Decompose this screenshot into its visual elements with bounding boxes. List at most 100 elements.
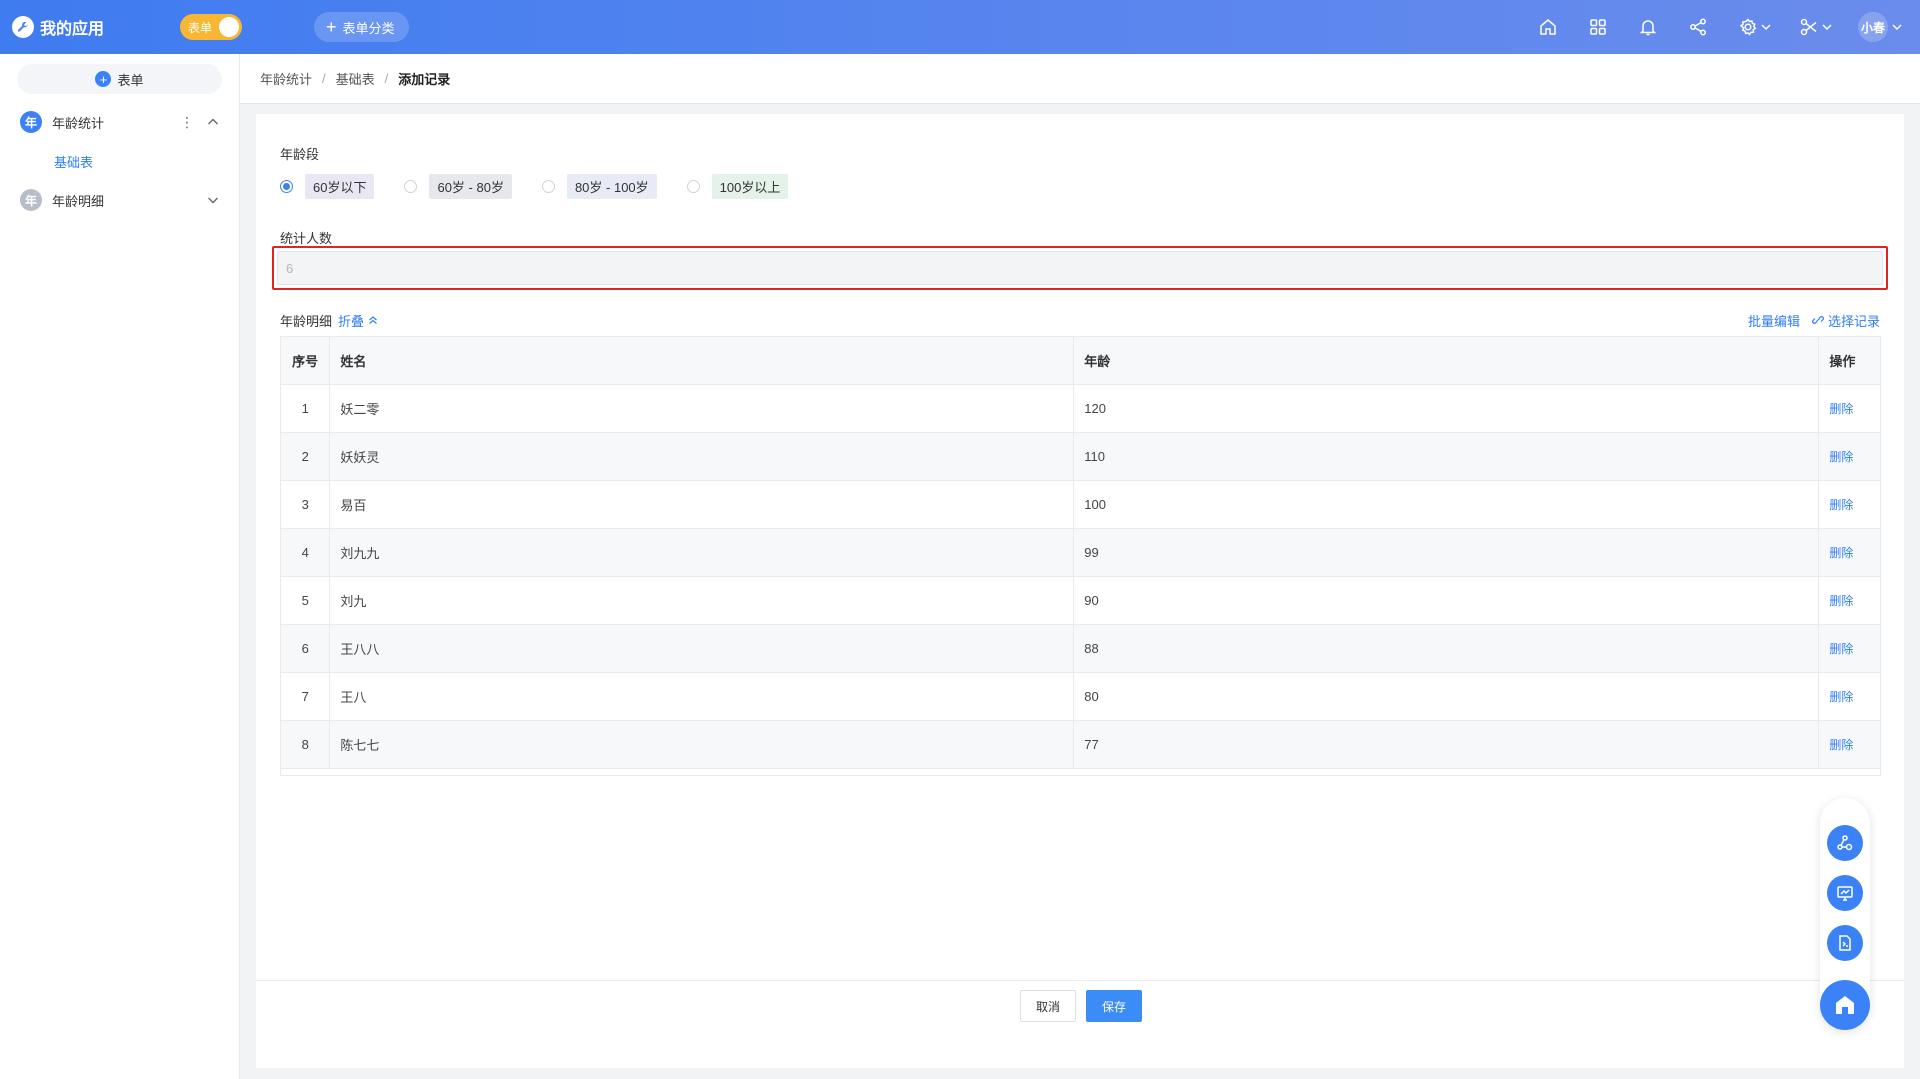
delete-button[interactable]: 删除 <box>1829 402 1853 416</box>
option-tag: 80岁 - 100岁 <box>566 174 657 199</box>
add-category-label: 表单分类 <box>342 20 395 36</box>
chevron-up-icon[interactable] <box>207 116 219 128</box>
row-age[interactable]: 99 <box>1073 528 1820 577</box>
row-index: 4 <box>281 528 331 577</box>
avatar: 小春 <box>1858 12 1888 42</box>
add-category-button[interactable]: + 表单分类 <box>314 12 409 42</box>
row-age[interactable]: 100 <box>1073 480 1820 529</box>
chevron-down-icon[interactable] <box>207 194 219 206</box>
sidebar-group-age-stats[interactable]: 年 年龄统计 ⋮ <box>0 102 239 142</box>
gear-icon <box>1739 18 1757 36</box>
cancel-button[interactable]: 取消 <box>1020 990 1076 1022</box>
age-group-option-4[interactable]: 100岁以上 <box>686 174 789 199</box>
table-row: 5 刘九 90 删除 <box>281 576 1880 625</box>
more-vertical-icon[interactable]: ⋮ <box>180 114 194 131</box>
workflow-settings-button[interactable] <box>1827 825 1863 861</box>
delete-button[interactable]: 删除 <box>1829 450 1853 464</box>
apps-grid-icon[interactable] <box>1588 16 1610 38</box>
column-header-age: 年龄 <box>1073 337 1820 385</box>
script-button[interactable] <box>1827 925 1863 961</box>
mode-toggle-label: 表单 <box>188 20 213 35</box>
option-tag: 100岁以上 <box>711 174 789 199</box>
row-name[interactable]: 刘九九 <box>329 528 1075 577</box>
fold-button[interactable]: 折叠 <box>338 311 378 330</box>
add-form-button[interactable]: + 表单 <box>17 64 222 94</box>
row-action: 删除 <box>1818 672 1880 721</box>
delete-button[interactable]: 删除 <box>1829 594 1853 608</box>
row-index: 7 <box>281 672 331 721</box>
row-action: 删除 <box>1818 528 1880 577</box>
save-button[interactable]: 保存 <box>1086 990 1142 1022</box>
row-action: 删除 <box>1818 576 1880 625</box>
row-age[interactable]: 88 <box>1073 624 1820 673</box>
delete-button[interactable]: 删除 <box>1829 690 1853 704</box>
wrench-icon <box>12 16 34 38</box>
house-icon <box>1836 996 1854 1014</box>
dashboard-button[interactable] <box>1827 875 1863 911</box>
chevron-down-icon <box>1822 24 1832 31</box>
breadcrumb-item[interactable]: 基础表 <box>336 69 375 88</box>
select-record-label: 选择记录 <box>1827 313 1880 329</box>
row-age[interactable]: 110 <box>1073 432 1820 481</box>
settings-dropdown[interactable] <box>1738 17 1771 37</box>
bell-icon[interactable] <box>1638 16 1660 38</box>
row-name[interactable]: 妖妖灵 <box>329 432 1075 481</box>
delete-button[interactable]: 删除 <box>1829 642 1853 656</box>
monitor-chart-icon <box>1837 886 1853 901</box>
row-age[interactable]: 80 <box>1073 672 1820 721</box>
age-group-option-3[interactable]: 80岁 - 100岁 <box>541 174 657 199</box>
select-record-button[interactable]: 选择记录 <box>1812 311 1880 330</box>
add-form-label: 表单 <box>117 72 144 88</box>
table-row: 1 妖二零 120 删除 <box>281 384 1880 433</box>
mode-toggle[interactable]: 表单 <box>180 14 242 40</box>
group-badge: 年 <box>20 189 42 211</box>
radio-unchecked-icon <box>541 180 555 193</box>
row-age[interactable]: 77 <box>1073 720 1820 769</box>
row-name[interactable]: 易百 <box>329 480 1075 529</box>
row-name[interactable]: 王八八 <box>329 624 1075 673</box>
row-name[interactable]: 刘九 <box>329 576 1075 625</box>
sidebar: + 表单 年 年龄统计 ⋮ 基础表 年 年龄明细 <box>0 54 240 1079</box>
detail-table: 序号 姓名 年龄 操作 1 妖二零 120 删除 2 妖妖灵 110 删除 3 易百 100 删除 4 刘… <box>280 336 1881 776</box>
detail-header: 年龄明细 折叠 批量编辑 选择记录 <box>280 310 1880 330</box>
row-age[interactable]: 90 <box>1073 576 1820 625</box>
footer-divider <box>256 980 1904 981</box>
top-bar: 我的应用 表单 + 表单分类 小春 <box>0 0 1920 54</box>
table-row: 8 陈七七 77 删除 <box>281 720 1880 769</box>
fold-label: 折叠 <box>338 313 365 329</box>
row-index: 6 <box>281 624 331 673</box>
sidebar-item-base-table[interactable]: 基础表 <box>0 142 239 180</box>
delete-button[interactable]: 删除 <box>1829 546 1853 560</box>
delete-button[interactable]: 删除 <box>1829 738 1853 752</box>
radio-unchecked-icon <box>686 180 700 193</box>
row-name[interactable]: 王八 <box>329 672 1075 721</box>
row-name[interactable]: 陈七七 <box>329 720 1075 769</box>
delete-button[interactable]: 删除 <box>1829 498 1853 512</box>
count-field[interactable]: 6 <box>277 251 1883 285</box>
age-group-option-1[interactable]: 60岁以下 <box>280 174 375 199</box>
plus-icon: + <box>326 17 337 37</box>
table-row: 3 易百 100 删除 <box>281 480 1880 529</box>
link-icon <box>1812 316 1824 324</box>
app-logo[interactable]: 我的应用 <box>12 15 162 39</box>
sidebar-group-age-detail[interactable]: 年 年龄明细 <box>0 180 239 220</box>
share-icon[interactable] <box>1688 16 1710 38</box>
tools-dropdown[interactable] <box>1799 17 1832 37</box>
row-age[interactable]: 120 <box>1073 384 1820 433</box>
scissors-icon <box>1800 18 1817 36</box>
home-shortcut-button[interactable] <box>1820 980 1870 1030</box>
age-group-option-2[interactable]: 60岁 - 80岁 <box>404 174 512 199</box>
breadcrumb-item[interactable]: 年龄统计 <box>260 69 312 88</box>
chevron-down-icon <box>1892 24 1902 31</box>
home-icon[interactable] <box>1538 16 1560 38</box>
breadcrumb: 年龄统计 / 基础表 / 添加记录 <box>240 54 1920 104</box>
column-header-action: 操作 <box>1818 337 1880 385</box>
row-name[interactable]: 妖二零 <box>329 384 1075 433</box>
batch-edit-button[interactable]: 批量编辑 <box>1748 311 1800 330</box>
breadcrumb-current: 添加记录 <box>398 72 451 87</box>
age-group-radio-group: 60岁以下 60岁 - 80岁 80岁 - 100岁 100岁以上 <box>280 174 818 199</box>
user-menu[interactable]: 小春 <box>1858 12 1902 42</box>
table-row: 6 王八八 88 删除 <box>281 624 1880 673</box>
row-index: 2 <box>281 432 331 481</box>
app-title: 我的应用 <box>40 21 105 38</box>
